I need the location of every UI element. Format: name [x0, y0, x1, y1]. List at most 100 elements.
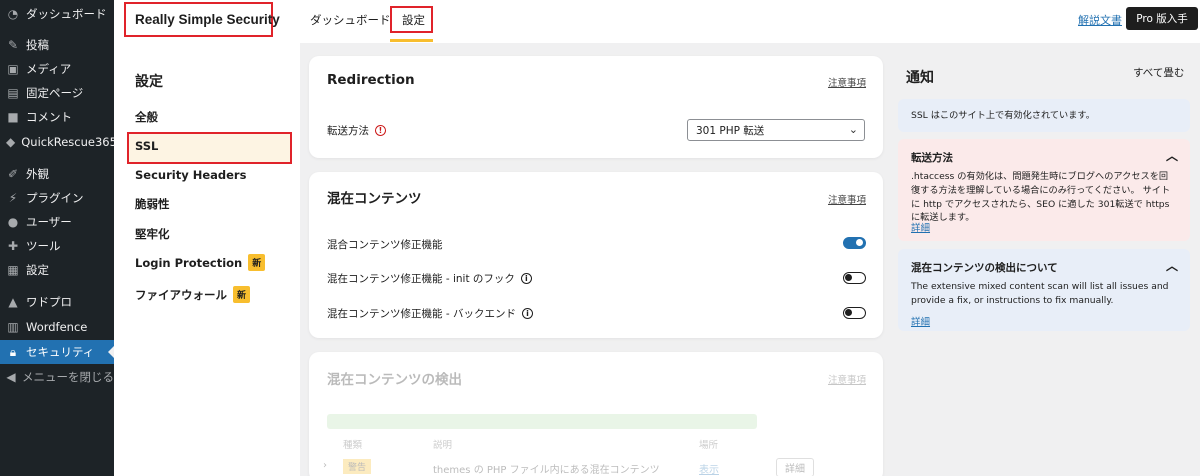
menu-item-firewall[interactable]: ファイアウォール 新	[135, 286, 250, 303]
menu-item-label: Login Protection	[135, 255, 243, 270]
select-value: 301 PHP 転送	[696, 124, 765, 137]
wp-menu-security[interactable]: 🔒︎ セキュリティ	[0, 340, 114, 364]
wp-menu-label: 固定ページ	[26, 86, 84, 100]
wp-menu-label: ワドプロ	[26, 295, 72, 309]
table-row: › 警告 themes の PHP ファイル内にある混在コンテンツ 表示 詳細	[309, 457, 883, 476]
wp-menu-label: コメント	[26, 110, 72, 124]
field-label-text: 転送方法	[327, 125, 369, 137]
shield-icon: ◆	[6, 135, 16, 149]
brand[interactable]: Really Simple Security	[124, 2, 280, 37]
get-pro-button[interactable]: Pro 版入手	[1126, 7, 1198, 30]
field-label-text: 混合コンテンツ修正機能	[327, 239, 443, 251]
notice-body: .htaccess の有効化は、問題発生時にブログへのアクセスを回復する方法を理…	[911, 171, 1171, 224]
wp-menu-media[interactable]: ▣ メディア	[0, 57, 114, 81]
details-link[interactable]: 詳細	[911, 314, 930, 328]
documentation-link[interactable]: 解説文書	[1078, 12, 1122, 28]
plugin-header: Really Simple Security ダッシュボード 設定 解説文書 P…	[114, 0, 1200, 43]
instructions-link[interactable]: 注意事項	[828, 75, 866, 89]
new-badge: 新	[248, 254, 266, 271]
wp-menu-label: QuickRescue365	[21, 135, 117, 149]
menu-item-hardening[interactable]: 堅牢化	[135, 226, 170, 242]
details-button: 詳細	[776, 458, 814, 476]
active-tab-indicator	[390, 39, 433, 42]
wp-menu-quickrescue[interactable]: ◆ QuickRescue365	[0, 130, 117, 154]
menu-item-ssl[interactable]: SSL	[135, 139, 158, 153]
backend-fixer-label: 混在コンテンツ修正機能 - バックエンド i	[327, 306, 533, 321]
chevron-up-icon[interactable]: ︿	[1166, 147, 1178, 164]
wp-menu-wordfence[interactable]: ▥ Wordfence	[0, 315, 114, 339]
wp-menu-label: 外観	[26, 167, 49, 181]
instructions-link[interactable]: 注意事項	[828, 192, 866, 206]
cap-icon: ▲	[8, 295, 18, 309]
wp-menu-tools[interactable]: ✚ ツール	[0, 234, 114, 258]
info-icon[interactable]: i	[520, 273, 532, 284]
brush-icon: ✐	[7, 167, 19, 181]
chevron-down-icon: ⌄	[848, 123, 858, 136]
menu-item-login-protection[interactable]: Login Protection 新	[135, 254, 266, 271]
user-icon: ●	[7, 215, 19, 229]
mixed-content-fixer-toggle[interactable]	[843, 237, 866, 249]
wp-menu-posts[interactable]: ✎ 投稿	[0, 33, 114, 57]
wp-menu-label: セキュリティ	[26, 345, 95, 359]
menu-item-label: Security Headers	[135, 168, 247, 182]
wp-menu-appearance[interactable]: ✐ 外観	[0, 162, 114, 186]
info-icon[interactable]: i	[521, 308, 533, 319]
backend-fixer-toggle[interactable]	[843, 307, 866, 319]
column-header-location: 場所	[699, 440, 719, 451]
wp-menu-plugins[interactable]: ⚡ プラグイン	[0, 186, 114, 210]
warning-tag: 警告	[343, 459, 372, 474]
pin-icon: ✎	[7, 38, 19, 52]
wp-menu-label: ユーザー	[26, 215, 72, 229]
collapse-all-link[interactable]: すべて畳む	[1133, 65, 1184, 80]
mixed-content-card: 混在コンテンツ 注意事項 混合コンテンツ修正機能 混在コンテンツ修正機能 - i…	[309, 172, 883, 338]
wp-menu-settings[interactable]: ▦ 設定	[0, 258, 114, 282]
wp-menu-label: メニューを閉じる	[22, 370, 114, 384]
wp-menu-collapse[interactable]: ◀ メニューを閉じる	[0, 365, 114, 389]
gauge-icon: ◔	[7, 7, 19, 21]
column-header-description: 説明	[433, 440, 453, 451]
mixed-content-scan-notice: 混在コンテンツの検出について ︿ The extensive mixed con…	[898, 249, 1190, 331]
card-title: 混在コンテンツの検出	[327, 372, 462, 388]
page-icon: ▤	[7, 86, 19, 100]
tab-dashboard[interactable]: ダッシュボード	[310, 12, 391, 28]
menu-item-label: SSL	[135, 139, 159, 153]
details-link[interactable]: 詳細	[911, 220, 930, 234]
brand-name: Really Simple Security	[135, 12, 280, 27]
redirect-method-label: 転送方法 !	[327, 123, 386, 138]
init-hook-label: 混在コンテンツ修正機能 - init のフック i	[327, 271, 532, 286]
mixed-content-scan-card: 混在コンテンツの検出 注意事項 種類 説明 場所 › 警告 themes の P…	[309, 352, 883, 476]
wp-menu-users[interactable]: ● ユーザー	[0, 210, 114, 234]
redirect-method-select[interactable]: 301 PHP 転送 ⌄	[687, 119, 865, 141]
wp-menu-pages[interactable]: ▤ 固定ページ	[0, 81, 114, 105]
wp-menu-label: 投稿	[26, 38, 49, 52]
field-label-text: 混在コンテンツ修正機能 - init のフック	[327, 273, 515, 285]
redirect-method-notice: 転送方法 ︿ .htaccess の有効化は、問題発生時にブログへのアクセスを回…	[898, 139, 1190, 241]
menu-item-security-headers[interactable]: Security Headers	[135, 168, 246, 182]
chevron-up-icon[interactable]: ︿	[1166, 257, 1178, 274]
field-label-text: 混在コンテンツ修正機能 - バックエンド	[327, 308, 516, 320]
menu-item-vulnerabilities[interactable]: 脆弱性	[135, 196, 170, 212]
column-header-type: 種類	[343, 440, 363, 451]
menu-item-label: 全般	[135, 110, 158, 124]
notifications-panel: 通知 すべて畳む SSL はこのサイト上で有効化されています。 転送方法 ︿ .…	[890, 43, 1200, 476]
init-hook-toggle[interactable]	[843, 272, 866, 284]
wp-admin-sidebar: ◔ ダッシュボード ✎ 投稿 ▣ メディア ▤ 固定ページ ■ コメント ◆ Q…	[0, 0, 117, 476]
wp-menu-wadopro[interactable]: ▲ ワドプロ	[0, 290, 114, 314]
notice-text: SSL はこのサイト上で有効化されています。	[911, 110, 1095, 121]
wp-menu-dashboard[interactable]: ◔ ダッシュボード	[0, 2, 114, 26]
redirection-card: Redirection 注意事項 転送方法 ! 301 PHP 転送 ⌄	[309, 56, 883, 158]
wp-menu-label: プラグイン	[26, 191, 84, 205]
tab-settings-highlight	[390, 6, 433, 33]
media-icon: ▣	[7, 62, 19, 76]
warning-icon[interactable]: !	[375, 125, 386, 136]
wp-menu-label: Wordfence	[26, 320, 88, 334]
wp-menu-label: ダッシュボード	[26, 7, 107, 21]
menu-item-general[interactable]: 全般	[135, 109, 158, 125]
wp-menu-label: ツール	[26, 239, 61, 253]
chevron-right-icon: ›	[323, 460, 327, 471]
plug-icon: ⚡	[8, 191, 18, 205]
settings-menu: 設定 全般 SSL Security Headers 脆弱性 堅牢化 Login…	[114, 43, 300, 476]
row-description: themes の PHP ファイル内にある混在コンテンツ	[433, 465, 660, 476]
wp-menu-comments[interactable]: ■ コメント	[0, 105, 114, 129]
ssl-active-notice: SSL はこのサイト上で有効化されています。	[898, 99, 1190, 132]
